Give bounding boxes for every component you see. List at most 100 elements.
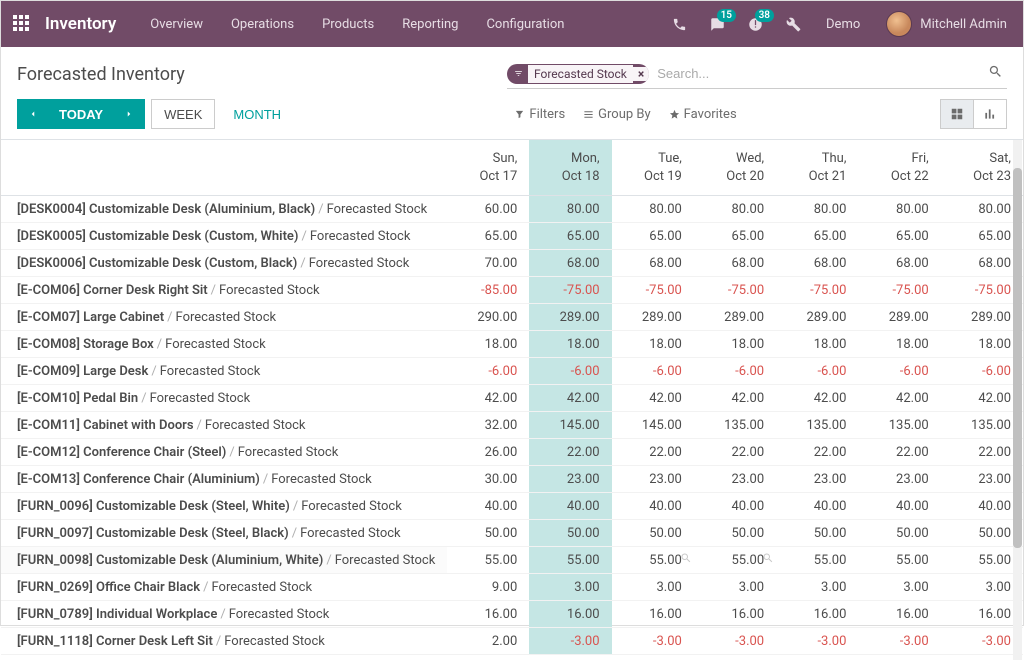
- grid-cell[interactable]: 50.00: [776, 520, 858, 547]
- row-label[interactable]: [E-COM12] Conference Chair (Steel)/Forec…: [1, 439, 447, 466]
- grid-cell[interactable]: 40.00: [447, 493, 529, 520]
- grid-cell[interactable]: 65.00: [694, 223, 776, 250]
- grid-cell[interactable]: 50.00: [941, 520, 1023, 547]
- grid-cell[interactable]: 40.00: [694, 493, 776, 520]
- row-label[interactable]: [E-COM13] Conference Chair (Aluminium)/F…: [1, 466, 447, 493]
- grid-cell[interactable]: 16.00: [612, 601, 694, 628]
- grid-cell[interactable]: 16.00: [447, 601, 529, 628]
- groupby-dropdown[interactable]: Group By: [583, 107, 651, 122]
- grid-cell[interactable]: 135.00: [941, 412, 1023, 439]
- row-label[interactable]: [FURN_0789] Individual Workplace/Forecas…: [1, 601, 447, 628]
- grid-cell[interactable]: 40.00: [858, 493, 940, 520]
- grid-cell[interactable]: -75.00: [941, 277, 1023, 304]
- grid-cell[interactable]: 68.00: [858, 250, 940, 277]
- grid-cell[interactable]: 135.00: [858, 412, 940, 439]
- messages-icon[interactable]: 15: [700, 7, 734, 41]
- grid-cell[interactable]: -3.00: [612, 628, 694, 655]
- grid-cell[interactable]: 145.00: [612, 412, 694, 439]
- grid-cell[interactable]: 42.00: [776, 385, 858, 412]
- activities-icon[interactable]: 38: [738, 7, 772, 41]
- grid-cell[interactable]: 3.00: [941, 574, 1023, 601]
- grid-cell[interactable]: 50.00: [529, 520, 611, 547]
- grid-cell[interactable]: 18.00: [858, 331, 940, 358]
- grid-cell[interactable]: 26.00: [447, 439, 529, 466]
- grid-cell[interactable]: 80.00: [858, 196, 940, 223]
- grid-cell[interactable]: 80.00: [941, 196, 1023, 223]
- grid-cell[interactable]: 42.00: [694, 385, 776, 412]
- grid-cell[interactable]: 18.00: [529, 331, 611, 358]
- grid-cell[interactable]: 16.00: [858, 601, 940, 628]
- grid-cell[interactable]: 55.00: [447, 547, 529, 574]
- grid-cell[interactable]: 16.00: [941, 601, 1023, 628]
- grid-cell[interactable]: 40.00: [941, 493, 1023, 520]
- grid-cell[interactable]: 289.00: [529, 304, 611, 331]
- phone-icon[interactable]: [662, 7, 696, 41]
- grid-cell[interactable]: 60.00: [447, 196, 529, 223]
- grid-cell[interactable]: 65.00: [858, 223, 940, 250]
- row-label[interactable]: [FURN_0269] Office Chair Black/Forecaste…: [1, 574, 447, 601]
- grid-cell[interactable]: 23.00: [941, 466, 1023, 493]
- grid-cell[interactable]: -3.00: [941, 628, 1023, 655]
- grid-cell[interactable]: -75.00: [529, 277, 611, 304]
- grid-cell[interactable]: -6.00: [612, 358, 694, 385]
- grid-cell[interactable]: -6.00: [447, 358, 529, 385]
- grid-cell[interactable]: 32.00: [447, 412, 529, 439]
- grid-cell[interactable]: 65.00: [776, 223, 858, 250]
- grid-cell[interactable]: 290.00: [447, 304, 529, 331]
- grid-cell[interactable]: 145.00: [529, 412, 611, 439]
- grid-cell[interactable]: 289.00: [612, 304, 694, 331]
- grid-cell[interactable]: 40.00: [776, 493, 858, 520]
- favorites-dropdown[interactable]: Favorites: [669, 107, 737, 122]
- grid-cell[interactable]: 42.00: [447, 385, 529, 412]
- grid-cell[interactable]: 18.00: [447, 331, 529, 358]
- grid-cell[interactable]: 42.00: [529, 385, 611, 412]
- grid-cell[interactable]: 3.00: [776, 574, 858, 601]
- grid-cell[interactable]: -75.00: [612, 277, 694, 304]
- user-menu[interactable]: Mitchell Admin: [876, 11, 1011, 37]
- magnify-icon[interactable]: [680, 552, 692, 568]
- grid-cell[interactable]: 40.00: [529, 493, 611, 520]
- row-label[interactable]: [FURN_0097] Customizable Desk (Steel, Bl…: [1, 520, 447, 547]
- grid-cell[interactable]: 50.00: [612, 520, 694, 547]
- grid-cell[interactable]: -3.00: [529, 628, 611, 655]
- facet-remove[interactable]: ×: [633, 67, 649, 81]
- app-brand[interactable]: Inventory: [45, 14, 116, 34]
- debug-icon[interactable]: [776, 7, 810, 41]
- grid-cell[interactable]: 55.00: [612, 547, 694, 574]
- grid-cell[interactable]: 135.00: [776, 412, 858, 439]
- grid-cell[interactable]: 22.00: [776, 439, 858, 466]
- grid-cell[interactable]: 55.00: [529, 547, 611, 574]
- grid-cell[interactable]: -3.00: [694, 628, 776, 655]
- grid-cell[interactable]: 22.00: [694, 439, 776, 466]
- grid-cell[interactable]: 135.00: [694, 412, 776, 439]
- scrollbar[interactable]: [1013, 140, 1022, 660]
- prev-button[interactable]: [17, 99, 49, 129]
- nav-products[interactable]: Products: [310, 17, 386, 32]
- grid-cell[interactable]: 55.00: [941, 547, 1023, 574]
- nav-reporting[interactable]: Reporting: [390, 17, 470, 32]
- grid-cell[interactable]: 22.00: [612, 439, 694, 466]
- grid-cell[interactable]: -6.00: [694, 358, 776, 385]
- grid-cell[interactable]: 23.00: [776, 466, 858, 493]
- grid-cell[interactable]: 18.00: [776, 331, 858, 358]
- grid-cell[interactable]: 22.00: [858, 439, 940, 466]
- grid-cell[interactable]: 30.00: [447, 466, 529, 493]
- grid-cell[interactable]: 55.00: [776, 547, 858, 574]
- scale-week[interactable]: WEEK: [151, 99, 215, 129]
- grid-cell[interactable]: -75.00: [858, 277, 940, 304]
- grid-cell[interactable]: 18.00: [694, 331, 776, 358]
- grid-view-button[interactable]: [940, 99, 974, 129]
- grid-cell[interactable]: 70.00: [447, 250, 529, 277]
- row-label[interactable]: [E-COM07] Large Cabinet/Forecasted Stock: [1, 304, 447, 331]
- nav-configuration[interactable]: Configuration: [474, 17, 576, 32]
- grid-cell[interactable]: 289.00: [776, 304, 858, 331]
- grid-cell[interactable]: 68.00: [694, 250, 776, 277]
- grid-cell[interactable]: 23.00: [529, 466, 611, 493]
- grid-cell[interactable]: 3.00: [529, 574, 611, 601]
- grid-cell[interactable]: 42.00: [858, 385, 940, 412]
- grid-cell[interactable]: 16.00: [776, 601, 858, 628]
- scale-month[interactable]: MONTH: [221, 99, 293, 129]
- row-label[interactable]: [E-COM06] Corner Desk Right Sit/Forecast…: [1, 277, 447, 304]
- grid-cell[interactable]: 68.00: [776, 250, 858, 277]
- grid-cell[interactable]: 50.00: [858, 520, 940, 547]
